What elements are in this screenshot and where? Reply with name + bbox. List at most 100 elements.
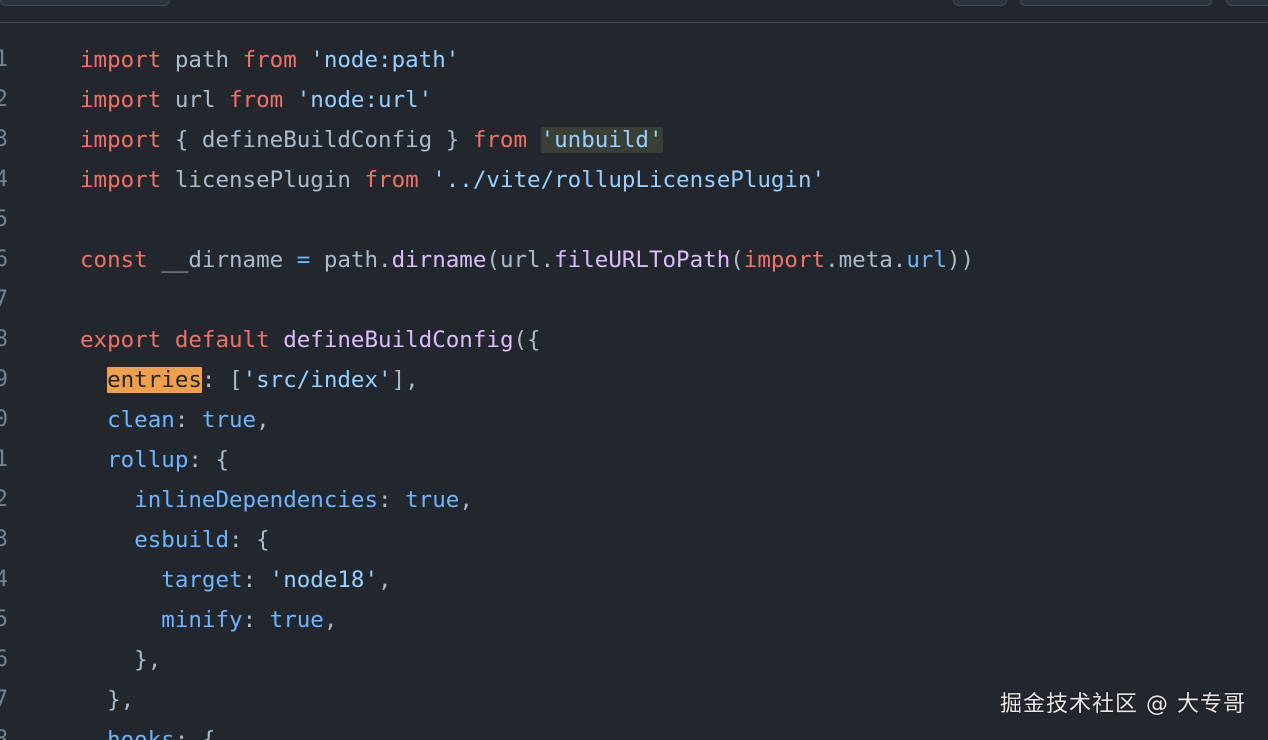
line-number: 6	[0, 247, 8, 272]
code-token: from	[229, 87, 284, 113]
code-line[interactable]: const __dirname = path.dirname(url.fileU…	[80, 240, 974, 280]
code-token: '../vite/rollupLicensePlugin'	[432, 167, 826, 193]
line-number-gutter: 1 2 3 4 5 6 7 8 9 0 1 2 3 4 5 6 7 8	[0, 23, 12, 740]
line-number: 1	[0, 47, 8, 72]
code-token: from	[242, 47, 297, 73]
code-token: import	[743, 247, 826, 273]
code-line[interactable]: minify: true,	[80, 600, 337, 640]
code-line[interactable]: entries: ['src/index'],	[80, 360, 419, 400]
code-line[interactable]: },	[80, 640, 161, 680]
line-number: 7	[0, 687, 8, 712]
code-token: =	[296, 247, 311, 273]
line-number: 7	[0, 287, 8, 312]
code-line[interactable]: import url from 'node:url'	[80, 80, 432, 120]
code-token: url	[906, 247, 947, 273]
code-token: from	[472, 127, 528, 153]
code-token: ,	[323, 607, 338, 633]
code-token: : [	[201, 367, 243, 393]
code-line[interactable]: import { defineBuildConfig } from 'unbui…	[80, 120, 663, 160]
code-line[interactable]: import licensePlugin from '../vite/rollu…	[80, 160, 825, 200]
code-token: 'node:path'	[310, 47, 460, 73]
code-token: .meta.	[825, 247, 907, 273]
code-token: :	[378, 487, 406, 513]
code-line[interactable]: export default defineBuildConfig({	[80, 320, 541, 360]
code-token: 'node18'	[269, 567, 379, 593]
code-line[interactable]: clean: true,	[80, 400, 270, 440]
code-token: (	[730, 247, 744, 273]
code-token: clean	[107, 407, 175, 433]
code-token: import	[80, 87, 162, 113]
line-number: 5	[0, 207, 8, 232]
code-token: from	[364, 167, 419, 193]
code-token: 'src/index'	[242, 367, 392, 393]
code-line[interactable]: hooks: {	[80, 720, 215, 740]
code-token: ({	[513, 327, 541, 353]
code-token: true	[405, 487, 460, 513]
code-token: },	[80, 647, 162, 673]
watermark: 掘金技术社区 @ 大专哥	[1000, 692, 1246, 717]
line-number: 2	[0, 87, 8, 112]
code-token: import	[80, 167, 162, 193]
line-number: 6	[0, 647, 8, 672]
line-number: 5	[0, 607, 8, 632]
code-token: fileURLToPath	[554, 247, 731, 273]
code-token: path	[161, 47, 243, 73]
code-token: __dirname	[147, 247, 297, 273]
code-token: ,	[459, 487, 473, 513]
code-token: :	[174, 407, 202, 433]
toolbar-button-group-stub[interactable]	[1020, 0, 1212, 6]
code-line[interactable]: rollup: {	[80, 440, 229, 480]
code-token: :	[242, 567, 270, 593]
code-line[interactable]: import path from 'node:path'	[80, 40, 459, 80]
tab-stub[interactable]	[0, 0, 170, 6]
toolbar-button-stub[interactable]	[953, 0, 1007, 6]
code-token: import	[80, 47, 162, 73]
line-number: 3	[0, 527, 8, 552]
code-token: inlineDependencies	[134, 487, 379, 513]
code-token: true	[269, 607, 324, 633]
code-token: path.	[310, 247, 392, 273]
code-line[interactable]: },	[80, 680, 134, 720]
code-token: ,	[378, 567, 392, 593]
line-number: 4	[0, 167, 8, 192]
code-token: 'node:url'	[296, 87, 433, 113]
line-number: 8	[0, 327, 8, 352]
code-token: :	[242, 607, 270, 633]
code-token: import	[80, 127, 162, 153]
line-number: 4	[0, 567, 8, 592]
code-token: (url.	[486, 247, 555, 273]
line-number: 3	[0, 127, 8, 152]
code-line[interactable]: target: 'node18',	[80, 560, 392, 600]
code-token: : {	[188, 447, 230, 473]
editor-top-toolbar	[0, 0, 1268, 23]
line-number: 8	[0, 727, 8, 740]
code-line[interactable]: esbuild: {	[80, 520, 270, 560]
code-token: true	[201, 407, 257, 433]
code-token: const	[80, 247, 148, 273]
line-number: 0	[0, 407, 8, 432]
code-token: entries	[107, 367, 202, 393]
code-token: ))	[947, 247, 975, 273]
code-line[interactable]: inlineDependencies: true,	[80, 480, 473, 520]
code-token: : {	[229, 527, 270, 553]
code-token: rollup	[107, 447, 189, 473]
code-token: dirname	[391, 247, 487, 273]
code-token: },	[80, 687, 135, 713]
code-token: export	[80, 327, 162, 353]
code-token: 'unbuild'	[540, 127, 663, 153]
code-token: ],	[391, 367, 419, 393]
code-token: hooks	[107, 727, 175, 740]
toolbar-button-stub[interactable]	[1226, 0, 1268, 6]
